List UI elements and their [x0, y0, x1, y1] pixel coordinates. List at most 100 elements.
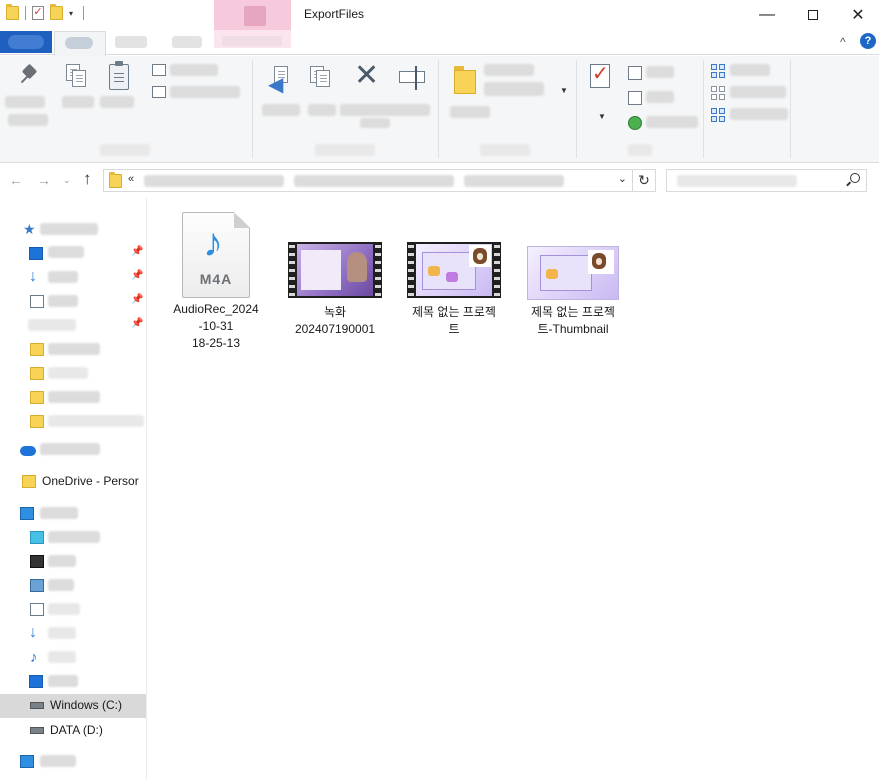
sidebar-label-blur — [48, 391, 100, 403]
paste-label-blur — [100, 96, 134, 108]
sidebar-item-downloads[interactable]: ↓ 📌 — [0, 266, 146, 290]
ribbon-divider — [252, 60, 253, 158]
file-list: ♪ M4A AudioRec_2024 -10-31 18-25-13 녹화 2… — [148, 198, 879, 780]
new-folder-label-blur — [450, 106, 490, 118]
help-icon[interactable]: ? — [860, 33, 876, 49]
pin-to-quick-access-icon[interactable] — [18, 64, 42, 90]
close-button[interactable]: ✕ — [835, 0, 879, 30]
copy-to-icon[interactable] — [308, 66, 342, 100]
sidebar-item-drive-c[interactable]: Windows (C:) — [0, 694, 146, 718]
sidebar-item-videos[interactable] — [0, 550, 146, 574]
sidebar-label-blur — [48, 651, 76, 663]
up-button[interactable]: ↑ — [83, 169, 92, 189]
sidebar-label-blur — [48, 415, 144, 427]
document-icon — [30, 295, 44, 308]
breadcrumb-blur[interactable] — [294, 175, 454, 187]
folder-icon — [30, 343, 44, 356]
maximize-button[interactable] — [790, 0, 836, 30]
tab-share[interactable] — [115, 36, 147, 48]
music-note-icon: ♪ — [203, 221, 223, 265]
sidebar-item-desktop-pc[interactable] — [0, 670, 146, 694]
refresh-button[interactable]: ↻ — [633, 169, 656, 192]
select-all-icon[interactable] — [711, 64, 725, 78]
tab-contextual-manage[interactable] — [214, 30, 291, 48]
open-icon[interactable] — [628, 66, 642, 80]
breadcrumb-blur[interactable] — [144, 175, 284, 187]
file-item-video[interactable]: 제목 없는 프로젝 트 — [404, 242, 504, 338]
tab-view[interactable] — [172, 36, 202, 48]
sidebar-item-drive-d[interactable]: DATA (D:) — [0, 719, 146, 743]
forward-button[interactable]: → — [37, 172, 51, 188]
video-icon — [30, 555, 44, 568]
sidebar-item-folder[interactable] — [0, 386, 146, 410]
recent-locations-dropdown[interactable]: ⌄ — [63, 175, 71, 186]
sidebar-item-onedrive-personal[interactable]: OneDrive - Persor — [0, 470, 146, 494]
cut-icon[interactable] — [152, 64, 166, 76]
rename-box — [399, 71, 425, 83]
computer-icon — [20, 507, 34, 520]
address-dropdown[interactable]: ⌄ — [618, 172, 627, 185]
search-input[interactable] — [666, 169, 867, 192]
copy-icon[interactable] — [66, 64, 88, 90]
properties-quick-icon[interactable]: ✓ — [32, 6, 44, 20]
minimize-button[interactable]: — — [744, 0, 790, 30]
sidebar-item-folder[interactable] — [0, 338, 146, 362]
select-none-label-blur — [730, 86, 786, 98]
properties-dropdown-icon[interactable]: ▼ — [598, 112, 606, 121]
move-to-icon[interactable]: ◀ — [264, 66, 298, 100]
collapse-ribbon-button[interactable]: ^ — [840, 35, 846, 49]
desktop-icon — [29, 675, 43, 688]
paste-icon[interactable] — [107, 60, 131, 92]
customize-toolbar-dropdown[interactable]: ▾ — [69, 9, 77, 18]
pin-icon: 📌 — [131, 246, 144, 257]
invert-selection-icon[interactable] — [711, 108, 725, 122]
sidebar-item-this-pc[interactable] — [0, 502, 146, 526]
new-folder-quick-icon[interactable] — [50, 4, 63, 20]
address-bar[interactable]: « ⌄ — [103, 169, 633, 192]
new-item-dropdown-icon[interactable]: ▼ — [560, 86, 568, 95]
preview-panel — [301, 250, 341, 290]
file-item-video[interactable]: 녹화 202407190001 — [285, 242, 385, 338]
move-arrow-icon: ◀ — [268, 74, 284, 96]
rename-icon[interactable] — [397, 65, 427, 93]
tab-home[interactable] — [54, 31, 106, 56]
sidebar-item-folder[interactable] — [0, 410, 146, 434]
select-none-icon[interactable] — [711, 86, 725, 100]
tab-file[interactable] — [0, 31, 52, 53]
sidebar-item-downloads-pc[interactable]: ↓ — [0, 622, 146, 646]
folder-icon — [109, 172, 122, 188]
sidebar-item-quick-access[interactable]: ★ — [0, 218, 146, 242]
maximize-icon — [808, 10, 818, 20]
properties-icon[interactable]: ✓ — [588, 62, 614, 92]
copy-path-icon[interactable] — [152, 86, 166, 98]
file-item-audio[interactable]: ♪ M4A AudioRec_2024 -10-31 18-25-13 — [166, 212, 266, 352]
sidebar-item-desktop[interactable]: 📌 — [0, 242, 146, 266]
sidebar-item-folder[interactable] — [0, 362, 146, 386]
folder-icon — [30, 391, 44, 404]
sidebar-item-pictures-pc[interactable] — [0, 574, 146, 598]
sidebar-label-blur — [48, 555, 76, 567]
file-item-image[interactable]: 제목 없는 프로젝 트-Thumbnail — [523, 246, 623, 338]
breadcrumb-overflow[interactable]: « — [128, 173, 134, 185]
new-folder-body — [454, 70, 476, 94]
history-icon[interactable] — [628, 116, 642, 130]
cube-icon — [30, 531, 44, 544]
sidebar-item-documents[interactable]: 📌 — [0, 290, 146, 314]
sidebar-item-network[interactable] — [0, 750, 146, 774]
breadcrumb-blur[interactable] — [464, 175, 564, 187]
dog-image-icon — [469, 245, 491, 267]
copy-label-blur — [62, 96, 94, 108]
sidebar-item-documents-pc[interactable] — [0, 598, 146, 622]
new-folder-icon[interactable] — [452, 64, 480, 102]
preview-element — [546, 269, 558, 279]
sidebar-item-music[interactable]: ♪ — [0, 646, 146, 670]
sidebar-label-blur — [40, 507, 78, 519]
sidebar-item-pictures[interactable]: 📌 — [0, 314, 146, 338]
edit-icon[interactable] — [628, 91, 642, 105]
sidebar-item-3d-objects[interactable] — [0, 526, 146, 550]
download-icon: ↓ — [29, 268, 37, 285]
sidebar-item-onedrive[interactable] — [0, 438, 146, 462]
sidebar-label-blur — [48, 295, 78, 307]
back-button[interactable]: ← — [9, 172, 23, 188]
delete-icon[interactable]: ✕ — [354, 61, 379, 91]
